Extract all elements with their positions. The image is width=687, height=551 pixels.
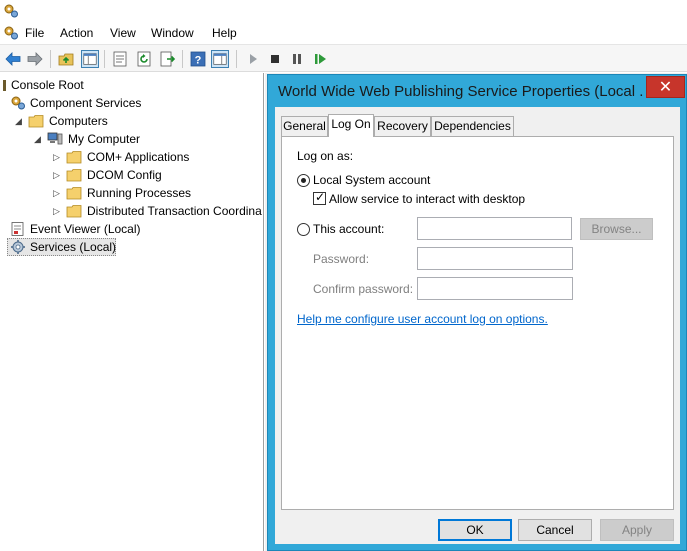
tree-node-running-processes[interactable]: ▷ Running Processes	[0, 184, 263, 202]
tree-node-event-viewer[interactable]: Event Viewer (Local)	[0, 220, 260, 238]
dialog-title: World Wide Web Publishing Service Proper…	[278, 83, 643, 100]
menu-view[interactable]: View	[110, 26, 136, 40]
folder-icon	[28, 115, 44, 128]
browse-button[interactable]: Browse...	[580, 218, 653, 240]
toolbar-separator	[182, 50, 183, 68]
properties-icon[interactable]	[111, 50, 129, 68]
tab-log-on[interactable]: Log On	[328, 114, 374, 137]
properties-dialog: World Wide Web Publishing Service Proper…	[267, 74, 687, 551]
back-icon[interactable]	[4, 50, 22, 68]
up-folder-icon[interactable]	[57, 50, 75, 68]
console-tree[interactable]: Console Root Component Services ◢ Comput…	[0, 73, 264, 551]
tree-label: COM+ Applications	[87, 150, 190, 164]
collapse-arrow-icon[interactable]: ◢	[15, 116, 23, 126]
stop-icon[interactable]	[266, 50, 284, 68]
svg-text:?: ?	[195, 55, 202, 67]
tree-label: My Computer	[68, 132, 141, 146]
computer-icon	[47, 132, 63, 145]
tree-node-console-root[interactable]: Console Root	[0, 76, 260, 94]
pause-icon[interactable]	[288, 50, 306, 68]
close-button[interactable]: ✕	[646, 76, 685, 98]
services-gear-icon	[11, 240, 25, 254]
tree-label: Running Processes	[87, 186, 192, 200]
apply-button[interactable]: Apply	[600, 519, 674, 541]
tab-dependencies[interactable]: Dependencies	[431, 116, 514, 136]
tree-node-services-local[interactable]: Services (Local)	[7, 238, 116, 256]
this-account-label[interactable]: This account:	[313, 222, 384, 236]
refresh-icon[interactable]	[135, 50, 153, 68]
folder-icon	[66, 169, 82, 182]
expand-arrow-icon[interactable]: ▷	[53, 170, 61, 180]
password-label: Password:	[313, 252, 370, 266]
tab-general[interactable]: General	[281, 116, 328, 136]
tree-node-component-services[interactable]: Component Services	[0, 94, 260, 112]
menu-help[interactable]: Help	[212, 26, 237, 40]
tree-label: Event Viewer (Local)	[30, 222, 141, 236]
log-on-tab-panel: Log on as: Local System account ✓ Allow …	[281, 136, 674, 510]
tree-label: Distributed Transaction Coordina	[87, 204, 262, 218]
menu-bar: File Action View Window Help	[0, 22, 687, 44]
tree-node-distributed-transaction-coordinator[interactable]: ▷ Distributed Transaction Coordina	[0, 202, 263, 220]
account-input[interactable]	[417, 217, 572, 240]
restart-icon[interactable]	[311, 50, 329, 68]
close-icon: ✕	[658, 77, 673, 96]
system-menu-icon[interactable]	[3, 25, 19, 41]
cancel-button[interactable]: Cancel	[518, 519, 592, 541]
local-system-label[interactable]: Local System account	[313, 173, 430, 187]
tree-node-com-applications[interactable]: ▷ COM+ Applications	[0, 148, 263, 166]
collapse-arrow-icon[interactable]: ◢	[34, 134, 42, 144]
action-pane-icon[interactable]	[211, 50, 229, 68]
password-input[interactable]	[417, 247, 573, 270]
console-root-icon	[3, 80, 6, 91]
confirm-password-input[interactable]	[417, 277, 573, 300]
tree-node-dcom-config[interactable]: ▷ DCOM Config	[0, 166, 263, 184]
folder-icon	[66, 205, 82, 218]
toolbar-separator	[50, 50, 51, 68]
interact-desktop-label[interactable]: Allow service to interact with desktop	[329, 192, 525, 206]
export-list-icon[interactable]	[159, 50, 177, 68]
local-system-radio[interactable]	[297, 174, 310, 187]
mmc-app-icon[interactable]	[3, 3, 19, 19]
dialog-client-area: General Log On Recovery Dependencies Log…	[275, 107, 680, 544]
expand-arrow-icon[interactable]: ▷	[53, 206, 61, 216]
expand-arrow-icon[interactable]: ▷	[53, 152, 61, 162]
start-icon[interactable]	[244, 50, 262, 68]
menu-action[interactable]: Action	[60, 26, 93, 40]
tree-node-computers[interactable]: ◢ Computers	[0, 112, 260, 130]
tab-recovery[interactable]: Recovery	[374, 116, 431, 136]
interact-desktop-checkbox[interactable]: ✓	[313, 190, 326, 205]
ok-button[interactable]: OK	[438, 519, 512, 541]
tree-node-my-computer[interactable]: ◢ My Computer	[0, 130, 260, 148]
menu-window[interactable]: Window	[151, 26, 194, 40]
log-on-as-label: Log on as:	[297, 149, 354, 163]
event-viewer-icon	[11, 222, 24, 236]
confirm-password-label: Confirm password:	[313, 282, 414, 296]
show-hide-tree-icon[interactable]	[81, 50, 99, 68]
tree-label: Services (Local)	[30, 240, 117, 254]
tree-label: Console Root	[11, 78, 84, 92]
folder-icon	[66, 187, 82, 200]
tree-label: DCOM Config	[87, 168, 162, 182]
tree-label: Component Services	[30, 96, 142, 110]
window-titlebar	[0, 0, 687, 22]
tree-label: Computers	[49, 114, 108, 128]
toolbar: ?	[0, 44, 687, 72]
menu-file[interactable]: File	[25, 26, 44, 40]
help-configure-link[interactable]: Help me configure user account log on op…	[297, 312, 548, 326]
forward-icon[interactable]	[26, 50, 44, 68]
expand-arrow-icon[interactable]: ▷	[53, 188, 61, 198]
this-account-radio[interactable]	[297, 223, 310, 236]
component-services-icon	[11, 96, 25, 110]
checkmark-icon: ✓	[315, 190, 326, 204]
toolbar-separator	[236, 50, 237, 68]
folder-icon	[66, 151, 82, 164]
help-icon[interactable]: ?	[189, 50, 207, 68]
toolbar-separator	[104, 50, 105, 68]
